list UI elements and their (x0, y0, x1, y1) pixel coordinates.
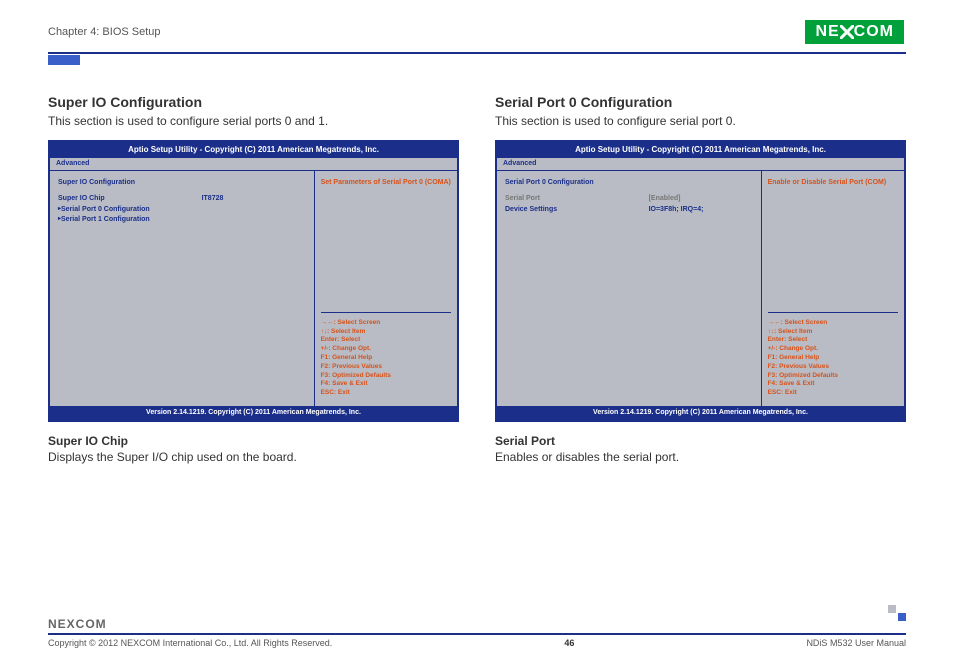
bios-link[interactable]: Serial Port 0 Configuration (61, 206, 205, 214)
bios-link-row[interactable]: Serial Port 0 Configuration (58, 206, 306, 214)
nav-hint: +/-: Change Opt. (768, 345, 898, 353)
bios-body: Super IO Configuration Super IO Chip IT8… (50, 171, 457, 406)
content-columns: Super IO Configuration This section is u… (0, 54, 954, 464)
nav-hint: ESC: Exit (321, 389, 451, 397)
brand-logo: NECOM (803, 18, 906, 46)
nav-hint: ↑↓: Select Item (321, 328, 451, 336)
nav-hint: Enter: Select (768, 336, 898, 344)
bios-titlebar: Aptio Setup Utility - Copyright (C) 2011… (50, 142, 457, 158)
nav-hint: ↑↓: Select Item (768, 328, 898, 336)
bios-key: Device Settings (505, 206, 649, 214)
bios-window-right: Aptio Setup Utility - Copyright (C) 2011… (495, 140, 906, 422)
right-subdesc: Enables or disables the serial port. (495, 450, 906, 464)
nav-hint: ESC: Exit (768, 389, 898, 397)
bios-window-left: Aptio Setup Utility - Copyright (C) 2011… (48, 140, 459, 422)
bios-key: Super IO Chip (58, 195, 202, 203)
page-number: 46 (564, 638, 574, 648)
bios-tab-advanced[interactable]: Advanced (503, 160, 536, 167)
left-desc: This section is used to configure serial… (48, 114, 459, 128)
bios-key: Serial Port (505, 195, 649, 203)
bios-footer: Version 2.14.1219. Copyright (C) 2011 Am… (497, 406, 904, 420)
bios-help-text: Set Parameters of Serial Port 0 (COMA) (321, 179, 451, 312)
right-subhead: Serial Port (495, 434, 906, 448)
nav-hint: F2: Previous Values (768, 363, 898, 371)
bios-tab-advanced[interactable]: Advanced (56, 160, 89, 167)
bios-side-panel: Set Parameters of Serial Port 0 (COMA) →… (315, 171, 457, 406)
bios-row[interactable]: Serial Port [Enabled] (505, 195, 753, 203)
chapter-label: Chapter 4: BIOS Setup (48, 26, 161, 38)
manual-name: NDiS M532 User Manual (806, 638, 906, 648)
bios-main-panel: Super IO Configuration Super IO Chip IT8… (50, 171, 315, 406)
corner-decoration (48, 55, 80, 65)
footer-row: Copyright © 2012 NEXCOM International Co… (48, 638, 906, 648)
nav-hint: F3: Optimized Defaults (768, 372, 898, 380)
copyright-text: Copyright © 2012 NEXCOM International Co… (48, 638, 332, 648)
nav-hint: F3: Optimized Defaults (321, 372, 451, 380)
nav-hint: →←: Select Screen (768, 319, 898, 327)
left-subhead: Super IO Chip (48, 434, 459, 448)
nav-hint: +/-: Change Opt. (321, 345, 451, 353)
nav-hint: F1: General Help (768, 354, 898, 362)
bios-tabrow: Advanced (497, 158, 904, 171)
page-footer: NEXCOM Copyright © 2012 NEXCOM Internati… (48, 617, 906, 648)
bios-nav-hints: →←: Select Screen ↑↓: Select Item Enter:… (768, 312, 898, 398)
bios-help-text: Enable or Disable Serial Port (COM) (768, 179, 898, 312)
left-subdesc: Displays the Super I/O chip used on the … (48, 450, 459, 464)
bios-nav-hints: →←: Select Screen ↑↓: Select Item Enter:… (321, 312, 451, 398)
nav-hint: F2: Previous Values (321, 363, 451, 371)
right-desc: This section is used to configure serial… (495, 114, 906, 128)
bios-value: IO=3F8h; IRQ=4; (649, 206, 753, 214)
bios-link[interactable]: Serial Port 1 Configuration (61, 216, 205, 224)
bios-tabrow: Advanced (50, 158, 457, 171)
bios-row: Super IO Chip IT8728 (58, 195, 306, 203)
bios-body: Serial Port 0 Configuration Serial Port … (497, 171, 904, 406)
footer-decoration (888, 605, 906, 613)
right-title: Serial Port 0 Configuration (495, 94, 906, 110)
bios-side-panel: Enable or Disable Serial Port (COM) →←: … (762, 171, 904, 406)
bios-value: IT8728 (202, 195, 306, 203)
nav-hint: →←: Select Screen (321, 319, 451, 327)
left-title: Super IO Configuration (48, 94, 459, 110)
page-header: Chapter 4: BIOS Setup NECOM (0, 0, 954, 52)
footer-rule (48, 633, 906, 635)
bios-link-row[interactable]: Serial Port 1 Configuration (58, 216, 306, 224)
bios-titlebar: Aptio Setup Utility - Copyright (C) 2011… (497, 142, 904, 158)
nav-hint: F4: Save & Exit (321, 380, 451, 388)
bios-heading: Serial Port 0 Configuration (505, 179, 649, 187)
footer-logo: NEXCOM (48, 617, 906, 631)
nav-hint: F4: Save & Exit (768, 380, 898, 388)
bios-footer: Version 2.14.1219. Copyright (C) 2011 Am… (50, 406, 457, 420)
right-column: Serial Port 0 Configuration This section… (495, 94, 906, 464)
nav-hint: F1: General Help (321, 354, 451, 362)
bios-main-panel: Serial Port 0 Configuration Serial Port … (497, 171, 762, 406)
bios-heading: Super IO Configuration (58, 179, 202, 187)
left-column: Super IO Configuration This section is u… (48, 94, 459, 464)
nav-hint: Enter: Select (321, 336, 451, 344)
bios-value: [Enabled] (649, 195, 753, 203)
bios-row: Device Settings IO=3F8h; IRQ=4; (505, 206, 753, 214)
